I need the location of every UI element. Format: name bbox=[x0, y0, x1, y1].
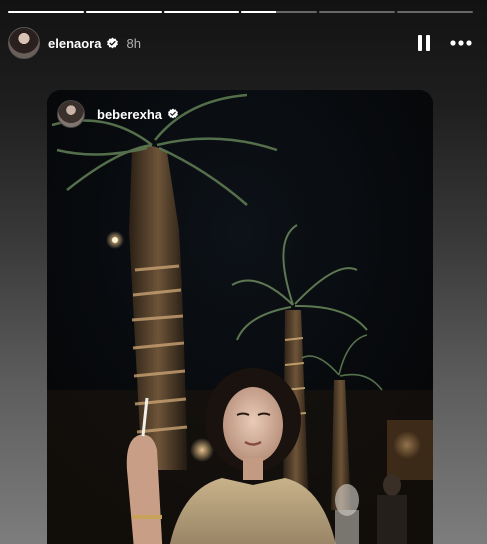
shared-post-avatar[interactable] bbox=[57, 100, 85, 128]
story-progress-segment bbox=[319, 11, 396, 13]
story-progress-segment bbox=[8, 11, 84, 13]
pause-button[interactable] bbox=[413, 32, 435, 54]
post-photo bbox=[47, 90, 433, 544]
more-options-icon bbox=[450, 40, 472, 46]
verified-badge-icon bbox=[106, 37, 119, 50]
avatar[interactable] bbox=[8, 27, 40, 59]
more-options-button[interactable] bbox=[449, 32, 473, 54]
verified-badge-icon bbox=[167, 108, 179, 120]
story-progress-segment bbox=[85, 11, 162, 13]
story-progress-segment bbox=[397, 11, 473, 13]
pause-icon bbox=[418, 35, 430, 51]
shared-post-header: beberexha bbox=[57, 100, 179, 128]
story-timestamp: 8h bbox=[126, 35, 141, 51]
shared-post-card[interactable]: beberexha bbox=[47, 90, 433, 544]
story-progress-segment bbox=[241, 11, 318, 13]
shared-post-username[interactable]: beberexha bbox=[97, 107, 162, 122]
story-progress-segment bbox=[163, 11, 240, 13]
story-header: elenaora 8h bbox=[8, 27, 473, 59]
story-username[interactable]: elenaora bbox=[48, 36, 101, 51]
story-progress-bar bbox=[8, 11, 473, 14]
